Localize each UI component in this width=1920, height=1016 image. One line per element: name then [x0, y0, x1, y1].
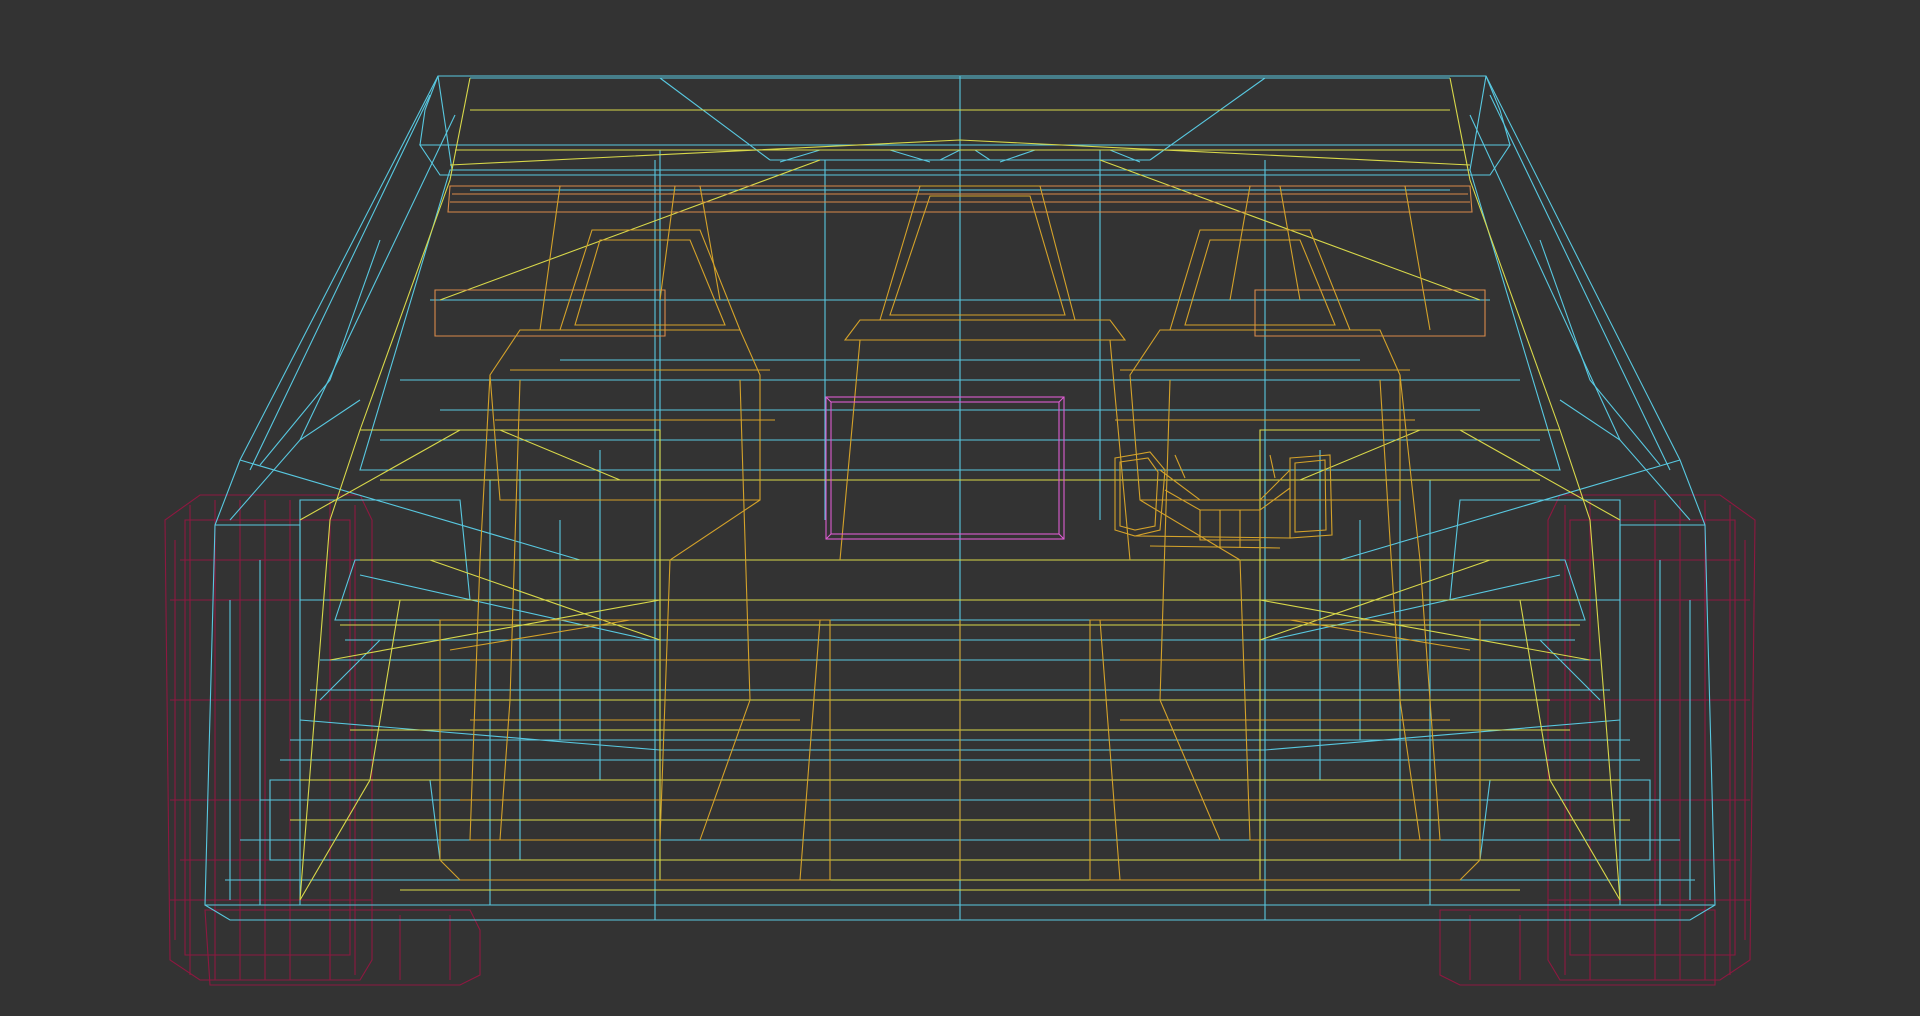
3d-viewport[interactable] [0, 0, 1920, 1016]
license-plate[interactable] [825, 396, 1065, 540]
wireframe-canvas[interactable] [0, 0, 1920, 1016]
